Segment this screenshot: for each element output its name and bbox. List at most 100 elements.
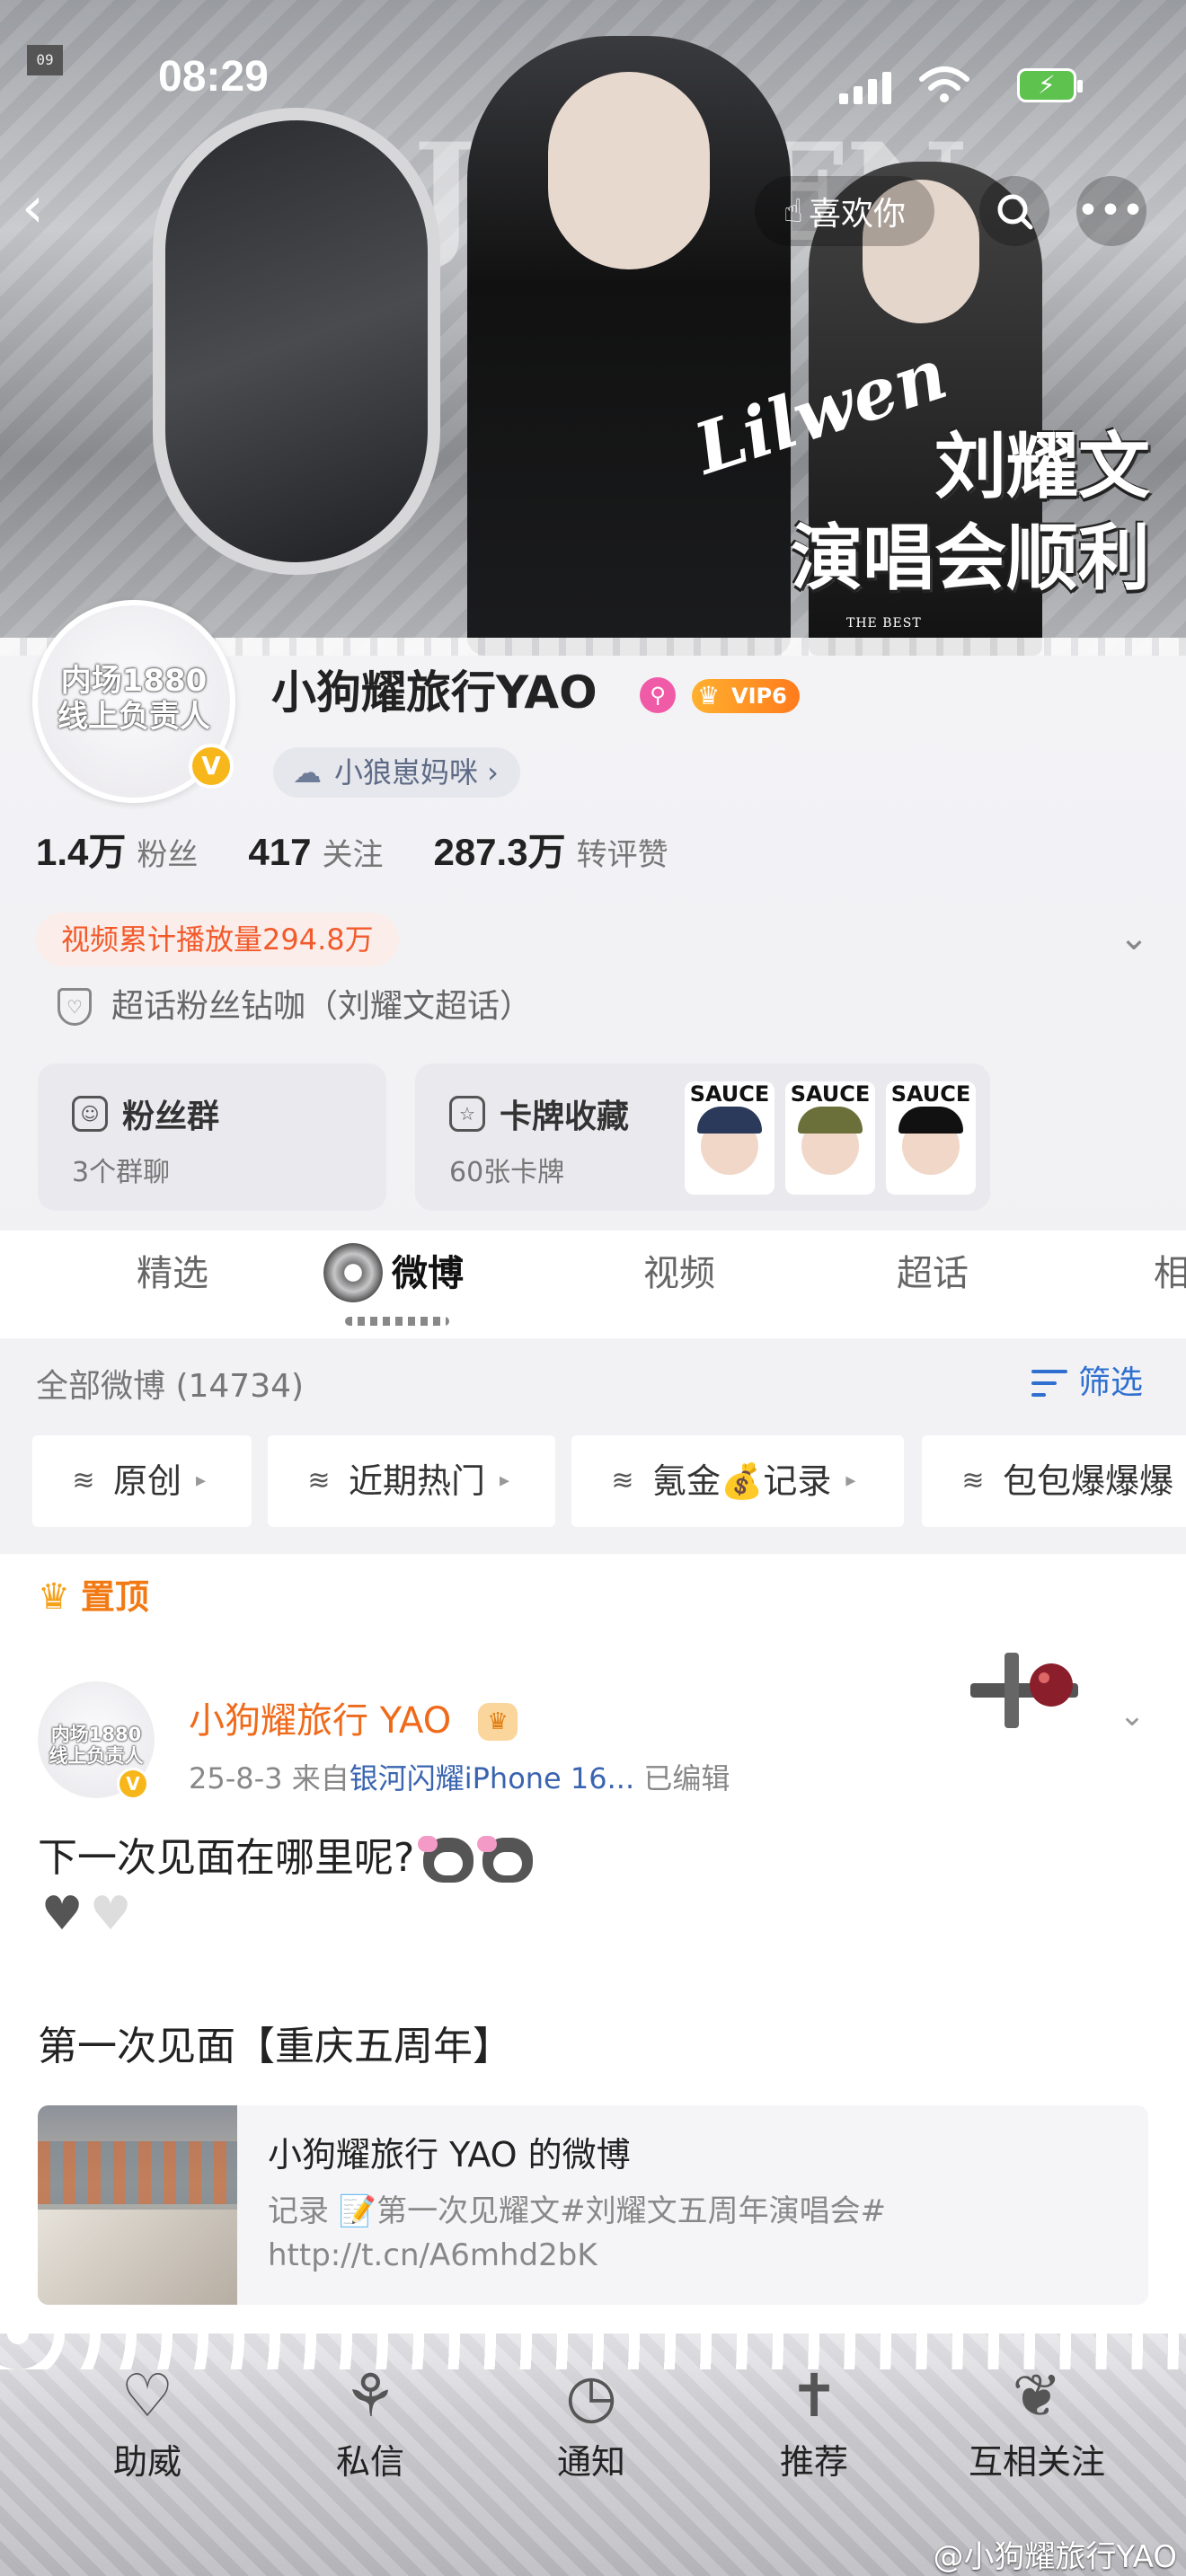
linked-post-description: 记录 📝第一次见耀文#刘耀文五周年演唱会# http://t.cn/A6mhd2…: [268, 2193, 887, 2274]
message-label: 私信: [335, 2442, 404, 2482]
sticker-label: SAUCE: [890, 1081, 971, 1107]
fan-tag-pill[interactable]: ☁ 小狼崽妈咪 ›: [273, 747, 520, 798]
post-options-chevron-icon[interactable]: ⌄: [1114, 1698, 1150, 1734]
notify-label: 通知: [556, 2442, 625, 2482]
chevron-down-icon[interactable]: ⌄: [1112, 916, 1155, 959]
chip-spending[interactable]: ≋ 氪金💰记录 ▸: [571, 1435, 904, 1527]
sticker-label: SAUCE: [790, 1081, 871, 1107]
pinned-text: 置顶: [80, 1577, 149, 1617]
member-search-icon[interactable]: ⚲: [640, 677, 676, 713]
fan-level-badge-icon: ♛: [478, 1703, 518, 1741]
stat-label: 粉丝: [137, 837, 199, 873]
angel-wings-icon: ❦: [1012, 2361, 1062, 2430]
profile-screen: 09 LJL WEN Lilwen 刘耀文 演唱会顺利 THE BEST 08:…: [0, 0, 1186, 2576]
fans-group-count: 3个群聊: [72, 1157, 171, 1188]
stat-interactions[interactable]: 287.3万 转评赞: [433, 834, 668, 871]
chip-recent-hot[interactable]: ≋ 近期热门 ▸: [268, 1435, 555, 1527]
cheer-button[interactable]: ♡ 助威: [58, 2351, 237, 2479]
post-source[interactable]: 银河闪耀iPhone 16...: [350, 1761, 634, 1795]
chip-label: 原创: [113, 1461, 182, 1501]
post-text-content: 下一次见面在哪里呢?: [38, 1835, 415, 1881]
rose-icon: [323, 1243, 383, 1302]
clock-icon: ◷: [565, 2361, 617, 2430]
like-hand-icon: ☝: [783, 192, 803, 230]
fan-tag-label: 小狼崽妈咪 ›: [334, 755, 499, 790]
like-you-button[interactable]: ☝ 喜欢你: [755, 176, 934, 246]
verified-badge-icon: V: [117, 1768, 149, 1800]
card-sticker: SAUCE: [685, 1081, 774, 1195]
card-collection-card[interactable]: ☆ 卡牌收藏 60张卡牌 SAUCE SAUCE SAUCE: [415, 1063, 990, 1211]
layers-icon: ≋: [611, 1465, 634, 1496]
crown-icon: ♛: [38, 1576, 70, 1618]
stat-followers[interactable]: 1.4万 粉丝: [36, 834, 198, 871]
recommend-button[interactable]: ✝ 推荐: [724, 2351, 904, 2479]
back-button[interactable]: ‹: [22, 176, 75, 239]
stat-following[interactable]: 417 关注: [248, 834, 383, 871]
verified-badge-icon: V: [189, 744, 234, 789]
linked-post-thumbnail: [38, 2105, 237, 2305]
battery-icon: ⚡: [1017, 68, 1083, 102]
chip-label: 包包爆爆爆: [1003, 1461, 1174, 1501]
cloud-icon: ☁: [293, 755, 322, 790]
banner-figure-center-face: [548, 72, 710, 269]
tab-active-indicator: [345, 1317, 449, 1326]
recommend-label: 推荐: [779, 2442, 848, 2482]
more-button[interactable]: •••: [1076, 176, 1146, 246]
stat-number: 417: [248, 831, 312, 873]
cheer-label: 助威: [112, 2442, 181, 2482]
cat-emoji-icon: [418, 1836, 474, 1883]
banner-headline-2: 演唱会顺利: [791, 516, 1150, 600]
post-avatar-text1: 内场1880: [50, 1724, 142, 1745]
tab-weibo[interactable]: 微博: [392, 1256, 464, 1292]
watermark: @小狗耀旅行YAO: [933, 2539, 1177, 2575]
layers-icon: ≋: [307, 1465, 331, 1496]
filter-label: 筛选: [1078, 1364, 1144, 1401]
banner-caption: THE BEST: [846, 616, 922, 631]
wifi-icon: [919, 66, 969, 102]
like-you-label: 喜欢你: [808, 196, 906, 233]
profile-stats: 1.4万 粉丝 417 关注 287.3万 转评赞: [36, 834, 668, 871]
stat-label: 转评赞: [576, 837, 668, 873]
filter-button[interactable]: 筛选: [1031, 1367, 1143, 1399]
signal-icon: [839, 70, 893, 104]
chip-label: 氪金💰记录: [652, 1461, 832, 1501]
pinned-label: ♛ 置顶: [38, 1579, 149, 1615]
chip-bags[interactable]: ≋ 包包爆爆爆: [922, 1435, 1186, 1527]
banner-corner-code: 09: [27, 45, 63, 75]
supertalk-row[interactable]: ♡ 超话粉丝钻咖（刘耀文超话）: [58, 988, 532, 1026]
grey-heart-icon: ♥: [40, 1887, 84, 1941]
post-text-line3: 第一次见面【重庆五周年】: [38, 2024, 512, 2069]
all-weibo-count: 全部微博 (14734): [36, 1368, 305, 1405]
post-date: 25-8-3: [189, 1761, 283, 1795]
banner-headline-1: 刘耀文: [934, 425, 1150, 508]
filter-icon: [1031, 1368, 1067, 1398]
post-text-line1: 下一次见面在哪里呢?: [38, 1832, 534, 1883]
avatar-text-line1: 内场1880: [60, 663, 208, 699]
layers-icon: ≋: [72, 1465, 95, 1496]
post-meta: 25-8-3 来自银河闪耀iPhone 16... 已编辑: [189, 1764, 730, 1793]
card-collection-title: 卡牌收藏: [500, 1098, 630, 1135]
tab-album[interactable]: 相: [1154, 1256, 1186, 1292]
stat-number: 287.3万: [433, 831, 566, 873]
fans-group-card[interactable]: ☺ 粉丝群 3个群聊: [38, 1063, 386, 1211]
status-time: 08:29: [158, 53, 269, 101]
post-edited: 已编辑: [643, 1761, 730, 1795]
cat-emoji-icon: [477, 1836, 534, 1883]
post-author-name[interactable]: 小狗耀旅行 YAO: [189, 1703, 451, 1739]
tab-supertalk[interactable]: 超话: [897, 1256, 969, 1292]
sticker-label: SAUCE: [689, 1081, 770, 1107]
winged-heart-icon: ♡: [120, 2361, 174, 2430]
vip-badge[interactable]: ♛ VIP6: [692, 679, 800, 713]
card-sticker: SAUCE: [785, 1081, 875, 1195]
chip-original[interactable]: ≋ 原创 ▸: [32, 1435, 252, 1527]
linked-post-card[interactable]: 小狗耀旅行 YAO 的微博 记录 📝第一次见耀文#刘耀文五周年演唱会# http…: [38, 2105, 1148, 2305]
tab-video[interactable]: 视频: [643, 1256, 715, 1292]
vip-label: VIP6: [731, 684, 787, 709]
search-button[interactable]: [979, 176, 1049, 246]
linked-post-title: 小狗耀旅行 YAO 的微博: [268, 2135, 631, 2175]
notify-button[interactable]: ◷ 通知: [501, 2351, 681, 2479]
tab-featured[interactable]: 精选: [137, 1256, 208, 1292]
video-play-count-pill[interactable]: 视频累计播放量294.8万: [36, 913, 399, 966]
mutual-follow-button[interactable]: ❦ 互相关注: [947, 2351, 1127, 2479]
message-button[interactable]: ⚘ 私信: [280, 2351, 460, 2479]
